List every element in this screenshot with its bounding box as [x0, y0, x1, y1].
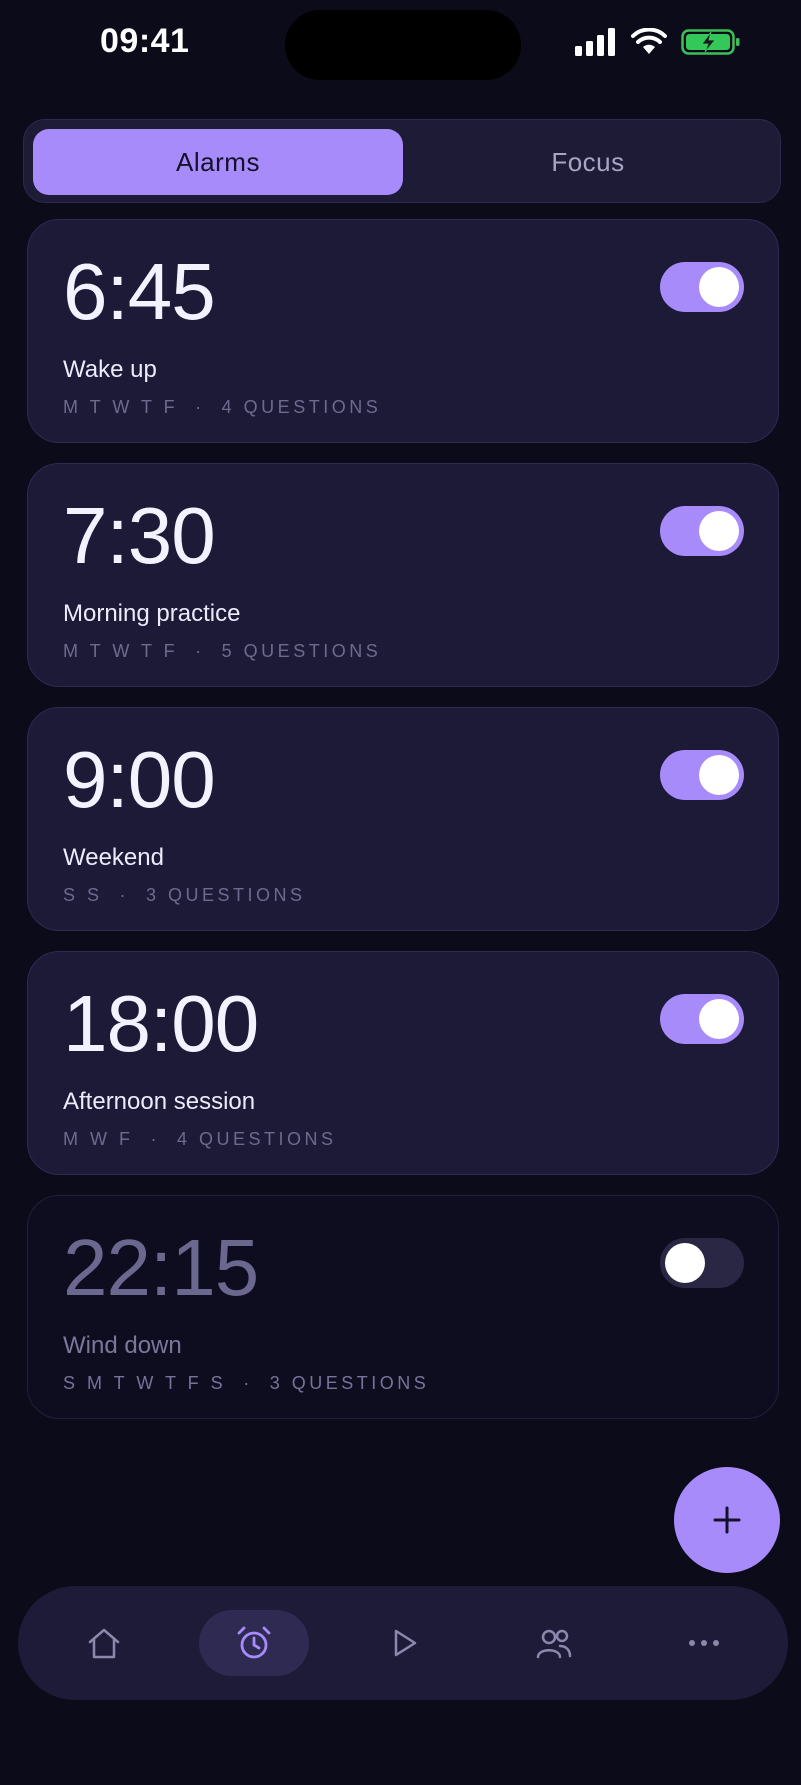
alarm-clock-icon — [237, 1626, 271, 1659]
alarm-toggle[interactable] — [660, 750, 744, 800]
tab-home[interactable] — [49, 1610, 159, 1676]
alarm-questions: 3 QUESTIONS — [146, 885, 306, 905]
alarm-toggle[interactable] — [660, 994, 744, 1044]
alarm-label: Morning practice — [63, 600, 241, 627]
signal-icon — [575, 28, 615, 56]
alarm-label: Weekend — [63, 844, 164, 871]
alarm-questions: 4 QUESTIONS — [176, 1129, 337, 1149]
status-icons — [575, 28, 741, 56]
alarm-toggle[interactable] — [660, 506, 744, 556]
alarm-card[interactable]: 18:00 Afternoon session M W F · 4 QUESTI… — [27, 951, 779, 1175]
wifi-icon — [631, 28, 667, 54]
toggle-knob — [665, 1243, 705, 1283]
tab-focus[interactable]: Focus — [403, 129, 773, 195]
alarm-questions: 3 QUESTIONS — [269, 1373, 430, 1393]
alarm-label: Wind down — [63, 1332, 182, 1359]
dynamic-island — [285, 10, 521, 80]
alarm-meta: S S · 3 QUESTIONS — [63, 885, 306, 905]
alarm-card[interactable]: 9:00 Weekend S S · 3 QUESTIONS — [27, 707, 779, 931]
status-time: 09:41 — [100, 22, 190, 60]
tab-play[interactable] — [349, 1610, 459, 1676]
people-icon — [536, 1629, 572, 1659]
home-icon — [88, 1628, 120, 1659]
alarm-days: S M T W T F S — [63, 1373, 227, 1393]
more-icon — [689, 1640, 719, 1646]
alarm-toggle[interactable] — [660, 262, 744, 312]
toggle-knob — [699, 267, 739, 307]
alarm-card[interactable]: 22:15 Wind down S M T W T F S · 3 QUESTI… — [27, 1195, 779, 1419]
alarm-questions: 4 QUESTIONS — [221, 397, 382, 417]
alarm-time: 7:30 — [63, 491, 216, 580]
alarm-time: 22:15 — [63, 1223, 259, 1312]
plus-icon — [713, 1506, 741, 1534]
alarm-time: 6:45 — [63, 247, 216, 336]
battery-charging-icon — [681, 29, 740, 55]
alarm-days: M T W T F — [63, 641, 179, 661]
alarm-questions: 5 QUESTIONS — [221, 641, 382, 661]
tab-alarms-nav[interactable] — [199, 1610, 309, 1676]
alarm-time: 9:00 — [63, 735, 216, 824]
toggle-knob — [699, 755, 739, 795]
add-alarm-button[interactable] — [674, 1467, 780, 1573]
alarm-meta: S M T W T F S · 3 QUESTIONS — [63, 1373, 430, 1393]
alarm-meta: M T W T F · 5 QUESTIONS — [63, 641, 382, 661]
alarm-days: M W F — [63, 1129, 134, 1149]
bottom-tab-bar — [18, 1586, 788, 1700]
alarm-days: M T W T F — [63, 397, 179, 417]
segmented-control: Alarms Focus — [23, 119, 781, 203]
alarm-card[interactable]: 7:30 Morning practice M T W T F · 5 QUES… — [27, 463, 779, 687]
tab-alarms[interactable]: Alarms — [33, 129, 403, 195]
alarm-card[interactable]: 6:45 Wake up M T W T F · 4 QUESTIONS — [27, 219, 779, 443]
alarm-toggle[interactable] — [660, 1238, 744, 1288]
tab-people[interactable] — [499, 1610, 609, 1676]
alarm-days: S S — [63, 885, 103, 905]
toggle-knob — [699, 999, 739, 1039]
toggle-knob — [699, 511, 739, 551]
alarm-meta: M W F · 4 QUESTIONS — [63, 1129, 337, 1149]
alarm-time: 18:00 — [63, 979, 259, 1068]
status-bar: 09:41 — [0, 0, 801, 90]
alarm-label: Afternoon session — [63, 1088, 256, 1115]
alarm-meta: M T W T F · 4 QUESTIONS — [63, 397, 382, 417]
play-icon — [394, 1629, 417, 1657]
alarm-label: Wake up — [63, 356, 157, 383]
tab-more[interactable] — [649, 1610, 759, 1676]
